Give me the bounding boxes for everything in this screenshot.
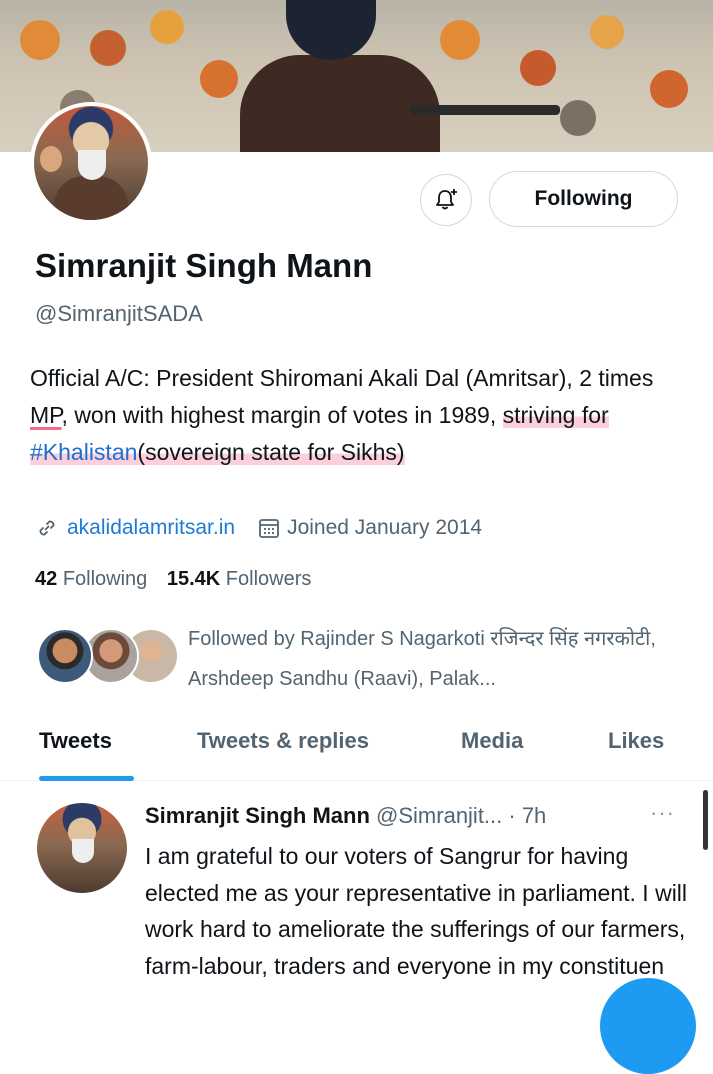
microphone-stand xyxy=(410,105,560,115)
avatar-detail xyxy=(40,146,62,172)
followers-stat[interactable]: 15.4K Followers xyxy=(167,568,312,590)
tab-likes[interactable]: Likes xyxy=(608,728,664,754)
followed-by-text[interactable]: Followed by Rajinder S Nagarkoti रजिन्दर… xyxy=(188,619,678,699)
followers-label: Followers xyxy=(225,568,312,590)
followers-count: 15.4K xyxy=(166,568,221,590)
bio-text: (sovereign state for Sikhs) xyxy=(137,439,405,465)
crowd-figure xyxy=(440,20,480,60)
website-link[interactable]: akalidalamritsar.in xyxy=(67,516,235,540)
profile-tabs: Tweets Tweets & replies Media Likes xyxy=(0,718,713,781)
crowd-figure xyxy=(150,10,184,44)
more-options-icon[interactable]: ··· xyxy=(650,800,675,826)
crowd-figure xyxy=(520,50,556,86)
speaker-figure xyxy=(240,55,440,152)
tab-tweets-and-replies[interactable]: Tweets & replies xyxy=(197,728,369,754)
compose-tweet-button[interactable] xyxy=(600,978,696,1074)
crowd-figure xyxy=(590,15,624,49)
tweet-header: Simranjit Singh Mann @Simranjit... · 7h xyxy=(145,803,546,829)
tweet-author-name[interactable]: Simranjit Singh Mann xyxy=(145,803,370,828)
following-button[interactable]: Following xyxy=(489,171,678,227)
avatar-detail xyxy=(78,150,106,180)
calendar-icon xyxy=(259,519,279,538)
joined-date: Joined January 2014 xyxy=(287,516,483,539)
bio-text: striving for xyxy=(502,402,609,428)
bio-text: Official A/C: President Shiromani Akali … xyxy=(30,365,654,391)
tab-media[interactable]: Media xyxy=(461,728,523,754)
profile-stats: 42 Following 15.4K Followers xyxy=(35,568,311,591)
notification-subscribe-button[interactable] xyxy=(420,174,472,226)
following-count: 42 xyxy=(35,568,58,590)
tweet-handle-time[interactable]: @Simranjit... · 7h xyxy=(376,803,546,828)
tab-tweets[interactable]: Tweets xyxy=(39,728,112,754)
crowd-figure xyxy=(560,100,596,136)
follower-avatar xyxy=(37,628,93,684)
crowd-figure xyxy=(650,70,688,108)
avatar-detail xyxy=(72,839,94,863)
notification-bell-plus-icon xyxy=(436,189,457,210)
profile-handle: @SimranjitSADA xyxy=(35,301,203,326)
speaker-turban xyxy=(286,0,376,60)
scrollbar-thumb[interactable] xyxy=(703,790,708,850)
profile-meta: akalidalamritsar.in Joined January 2014 xyxy=(35,516,482,540)
profile-name: Simranjit Singh Mann xyxy=(35,247,373,284)
active-tab-indicator xyxy=(39,776,134,781)
tweet-text: I am grateful to our voters of Sangrur f… xyxy=(145,843,688,979)
bio-text: , won with highest margin of votes in 19… xyxy=(61,402,503,428)
avatar-detail xyxy=(54,176,128,220)
following-stat[interactable]: 42 Following xyxy=(35,568,147,590)
following-label: Following xyxy=(62,568,148,590)
bio-highlight-mp: MP xyxy=(30,402,62,428)
profile-bio: Official A/C: President Shiromani Akali … xyxy=(30,360,690,471)
hashtag-link[interactable]: #Khalistan xyxy=(30,439,137,465)
followed-by-avatars[interactable] xyxy=(37,628,179,688)
tweet-avatar[interactable] xyxy=(37,803,127,893)
crowd-figure xyxy=(90,30,126,66)
crowd-figure xyxy=(20,20,60,60)
profile-avatar[interactable] xyxy=(30,102,152,224)
crowd-figure xyxy=(200,60,238,98)
link-icon xyxy=(39,520,55,536)
